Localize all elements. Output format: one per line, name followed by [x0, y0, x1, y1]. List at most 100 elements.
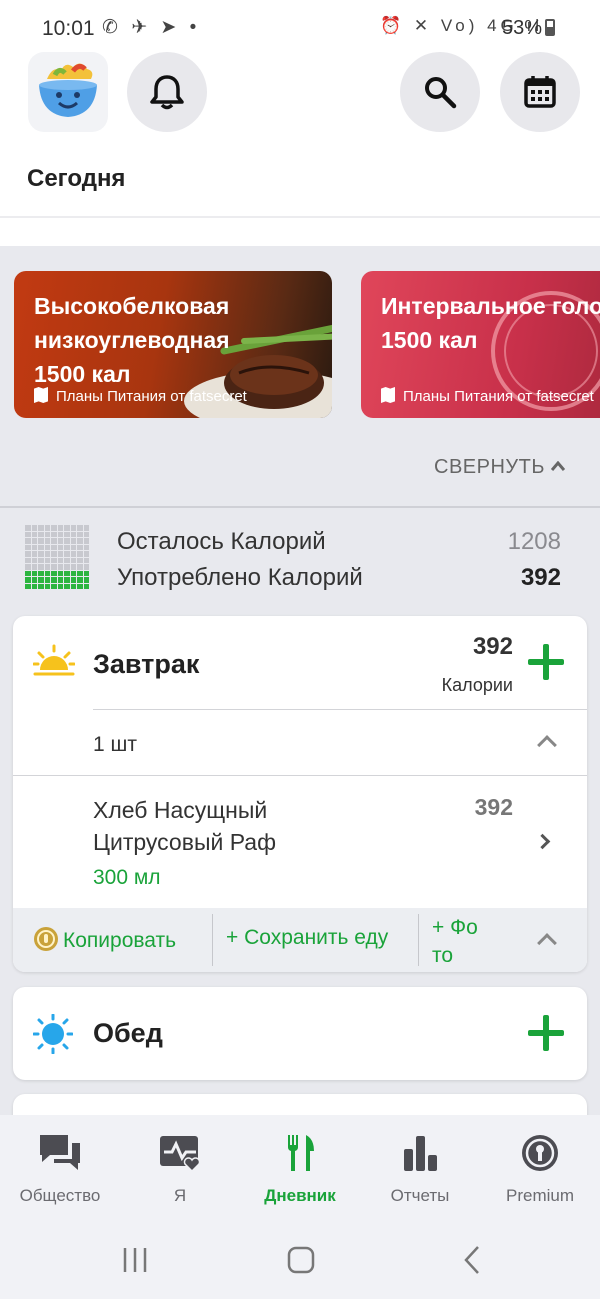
grid-cell	[38, 577, 44, 583]
grid-cell	[31, 525, 37, 531]
meal-title: Завтрак	[93, 649, 200, 679]
collapse-button[interactable]: СВЕРНУТЬ	[434, 456, 566, 479]
grid-cell	[64, 525, 70, 531]
grid-cell	[64, 544, 70, 550]
chevron-up-icon[interactable]	[537, 933, 557, 953]
grid-cell	[83, 525, 89, 531]
grid-cell	[64, 557, 70, 563]
grid-cell	[57, 551, 63, 557]
premium-badge-icon	[522, 1135, 558, 1171]
meal-calories-value: 392	[472, 633, 513, 660]
grid-cell	[70, 551, 76, 557]
chevron-right-icon	[534, 833, 551, 850]
grid-cell	[44, 570, 50, 576]
food-amount: 300 мл	[93, 866, 161, 889]
grid-cell	[25, 551, 31, 557]
calendar-button[interactable]	[500, 52, 580, 132]
nav-label: Отчеты	[390, 1186, 450, 1205]
grid-cell	[38, 525, 44, 531]
grid-cell	[31, 583, 37, 589]
grid-cell	[38, 557, 44, 563]
meal-plan-banner[interactable]: Интервальное голодание 1500 кал Планы Пи…	[361, 271, 600, 418]
nav-me[interactable]: Я	[120, 1133, 240, 1206]
chevron-up-icon[interactable]	[537, 735, 557, 755]
grid-cell	[31, 557, 37, 563]
nav-premium[interactable]: Premium	[480, 1133, 600, 1206]
grid-cell	[25, 538, 31, 544]
grid-cell	[44, 538, 50, 544]
back-icon[interactable]	[458, 1245, 488, 1275]
add-food-breakfast-button[interactable]	[528, 644, 564, 680]
save-meal-button[interactable]: + Сохранить еду	[226, 926, 388, 950]
breakfast-card: Завтрак 392 Калории 1 шт Хлеб Насущный Ц…	[13, 616, 587, 972]
collapse-label: СВЕРНУТЬ	[434, 456, 545, 478]
grid-cell	[44, 557, 50, 563]
grid-cell	[83, 570, 89, 576]
grid-cell	[57, 557, 63, 563]
calorie-grid-icon	[25, 525, 89, 589]
grid-cell	[77, 551, 83, 557]
add-food-lunch-button[interactable]	[528, 1015, 564, 1051]
grid-cell	[64, 538, 70, 544]
meal-plan-banner[interactable]: Высокобелковая низкоуглеводная 1500 кал …	[14, 271, 332, 418]
nav-label: Дневник	[264, 1186, 336, 1205]
sun-icon	[33, 1014, 73, 1054]
search-button[interactable]	[400, 52, 480, 132]
grid-cell	[51, 570, 57, 576]
recent-apps-icon[interactable]	[120, 1245, 150, 1275]
nav-reports[interactable]: Отчеты	[360, 1133, 480, 1206]
banner-subtitle: Планы Питания от fatsecret	[34, 387, 247, 405]
grid-cell	[25, 531, 31, 537]
grid-cell	[38, 570, 44, 576]
notifications-button[interactable]	[127, 52, 207, 132]
notification-icons: ✆ ✈ ➤ •	[102, 17, 201, 38]
page-title: Сегодня	[27, 165, 126, 192]
food-entry-row[interactable]: Хлеб Насущный Цитрусовый Раф 392 300 мл	[13, 776, 587, 908]
grid-cell	[57, 583, 63, 589]
bell-icon	[150, 75, 184, 110]
map-icon	[34, 387, 48, 403]
grid-cell	[31, 570, 37, 576]
nav-community[interactable]: Общество	[0, 1133, 120, 1206]
sunrise-icon	[33, 644, 75, 676]
grid-cell	[70, 525, 76, 531]
lunch-card: Обед	[13, 987, 587, 1080]
grid-cell	[31, 531, 37, 537]
grid-cell	[83, 583, 89, 589]
add-photo-button[interactable]: + Фо то	[432, 914, 478, 970]
status-bar: 10:01 ✆ ✈ ➤ • ⏰ ✕ Vo) 4G ıl 53%	[0, 0, 600, 58]
grid-cell	[70, 583, 76, 589]
grid-cell	[38, 564, 44, 570]
grid-cell	[70, 531, 76, 537]
grid-cell	[83, 544, 89, 550]
divider	[418, 914, 419, 966]
grid-cell	[64, 564, 70, 570]
header-divider	[0, 216, 600, 246]
battery-indicator: 53%	[502, 17, 556, 40]
grid-cell	[31, 538, 37, 544]
grid-cell	[25, 557, 31, 563]
grid-cell	[57, 577, 63, 583]
grid-cell	[57, 564, 63, 570]
grid-cell	[38, 538, 44, 544]
calendar-icon	[524, 76, 556, 108]
app-logo-avatar[interactable]	[28, 52, 108, 132]
map-icon	[381, 387, 395, 403]
nav-diary[interactable]: Дневник	[240, 1133, 360, 1206]
grid-cell	[77, 538, 83, 544]
grid-cell	[38, 551, 44, 557]
grid-cell	[64, 570, 70, 576]
grid-cell	[83, 551, 89, 557]
home-icon[interactable]	[286, 1245, 316, 1275]
grid-cell	[51, 551, 57, 557]
grid-cell	[77, 525, 83, 531]
meal-title: Обед	[93, 1018, 163, 1048]
grid-cell	[64, 577, 70, 583]
grid-cell	[38, 583, 44, 589]
copy-button[interactable]: Копировать	[33, 926, 176, 953]
battery-icon	[545, 19, 556, 36]
grid-cell	[44, 577, 50, 583]
grid-cell	[31, 544, 37, 550]
grid-cell	[70, 557, 76, 563]
grid-cell	[31, 577, 37, 583]
